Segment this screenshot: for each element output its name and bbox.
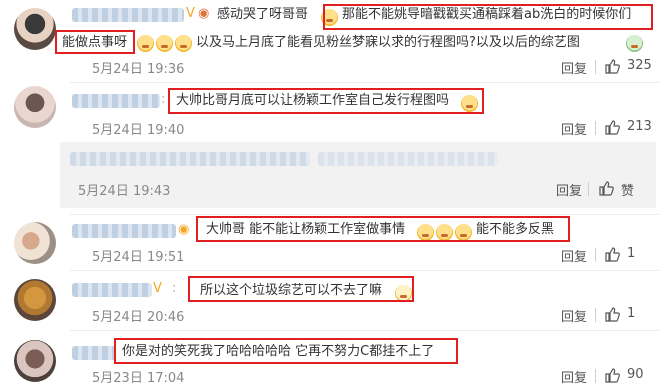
separator: [595, 121, 596, 135]
username-blurred[interactable]: [72, 94, 160, 108]
vip-icon: V: [186, 6, 195, 21]
avatar[interactable]: [14, 86, 56, 128]
username-blurred[interactable]: [72, 346, 116, 360]
badge-icon: :: [161, 92, 166, 107]
separator: [595, 369, 596, 383]
reply-button[interactable]: 回复: [561, 367, 587, 386]
separator: [595, 308, 596, 322]
like-count: 赞: [621, 184, 635, 199]
like-count: 1: [627, 246, 636, 261]
highlight-box: [196, 216, 570, 242]
emoji-icon: [625, 34, 644, 53]
reply-button[interactable]: 回复: [556, 180, 582, 199]
highlight-box: [114, 338, 458, 364]
comment-time: 5月23日 17:04: [92, 371, 185, 386]
comment-time: 5月24日 20:46: [92, 310, 185, 325]
divider: [70, 270, 660, 271]
like-count: 325: [627, 58, 652, 73]
nested-reply-blurred: [318, 152, 498, 166]
reply-button[interactable]: 回复: [561, 58, 587, 77]
highlight-box: [55, 30, 135, 54]
separator: [595, 60, 596, 74]
avatar[interactable]: [14, 340, 56, 382]
comment-time: 5月24日 19:43: [78, 184, 171, 199]
comment-text: 感动哭了呀哥哥: [217, 7, 309, 22]
username-blurred[interactable]: [72, 8, 184, 22]
username-blurred[interactable]: [72, 224, 176, 238]
badge-icon: :: [172, 281, 177, 296]
separator: [588, 182, 589, 196]
divider: [70, 330, 660, 331]
like-icon[interactable]: [604, 306, 620, 322]
badge-icon: ◉: [178, 222, 190, 237]
like-icon[interactable]: [604, 246, 620, 262]
like-count: 1: [627, 306, 636, 321]
avatar[interactable]: [14, 222, 56, 264]
like-count: 213: [627, 119, 652, 134]
reply-button[interactable]: 回复: [561, 119, 587, 138]
comment-text: 以及马上月底了能看见粉丝梦寐以求的行程图吗?以及以后的综艺图: [196, 35, 580, 50]
avatar[interactable]: [14, 8, 56, 50]
emoji-icon: [136, 34, 193, 53]
comment-time: 5月24日 19:36: [92, 62, 185, 77]
reply-button[interactable]: 回复: [561, 246, 587, 265]
divider: [70, 214, 660, 215]
vip-icon: V: [153, 281, 162, 296]
like-icon[interactable]: [598, 180, 614, 196]
comment-time: 5月24日 19:40: [92, 123, 185, 138]
separator: [595, 248, 596, 262]
username-blurred[interactable]: [72, 283, 152, 297]
highlight-box: [188, 276, 414, 302]
like-count: 90: [627, 367, 644, 382]
like-icon[interactable]: [604, 367, 620, 383]
nested-reply-blurred: [70, 152, 310, 166]
badge-icon: ◉: [198, 6, 210, 21]
like-icon[interactable]: [604, 58, 620, 74]
reply-button[interactable]: 回复: [561, 306, 587, 325]
comment-time: 5月24日 19:51: [92, 250, 185, 265]
highlight-box: [323, 4, 653, 30]
divider: [70, 82, 660, 83]
highlight-box: [168, 88, 484, 114]
like-icon[interactable]: [604, 119, 620, 135]
avatar[interactable]: [14, 279, 56, 321]
